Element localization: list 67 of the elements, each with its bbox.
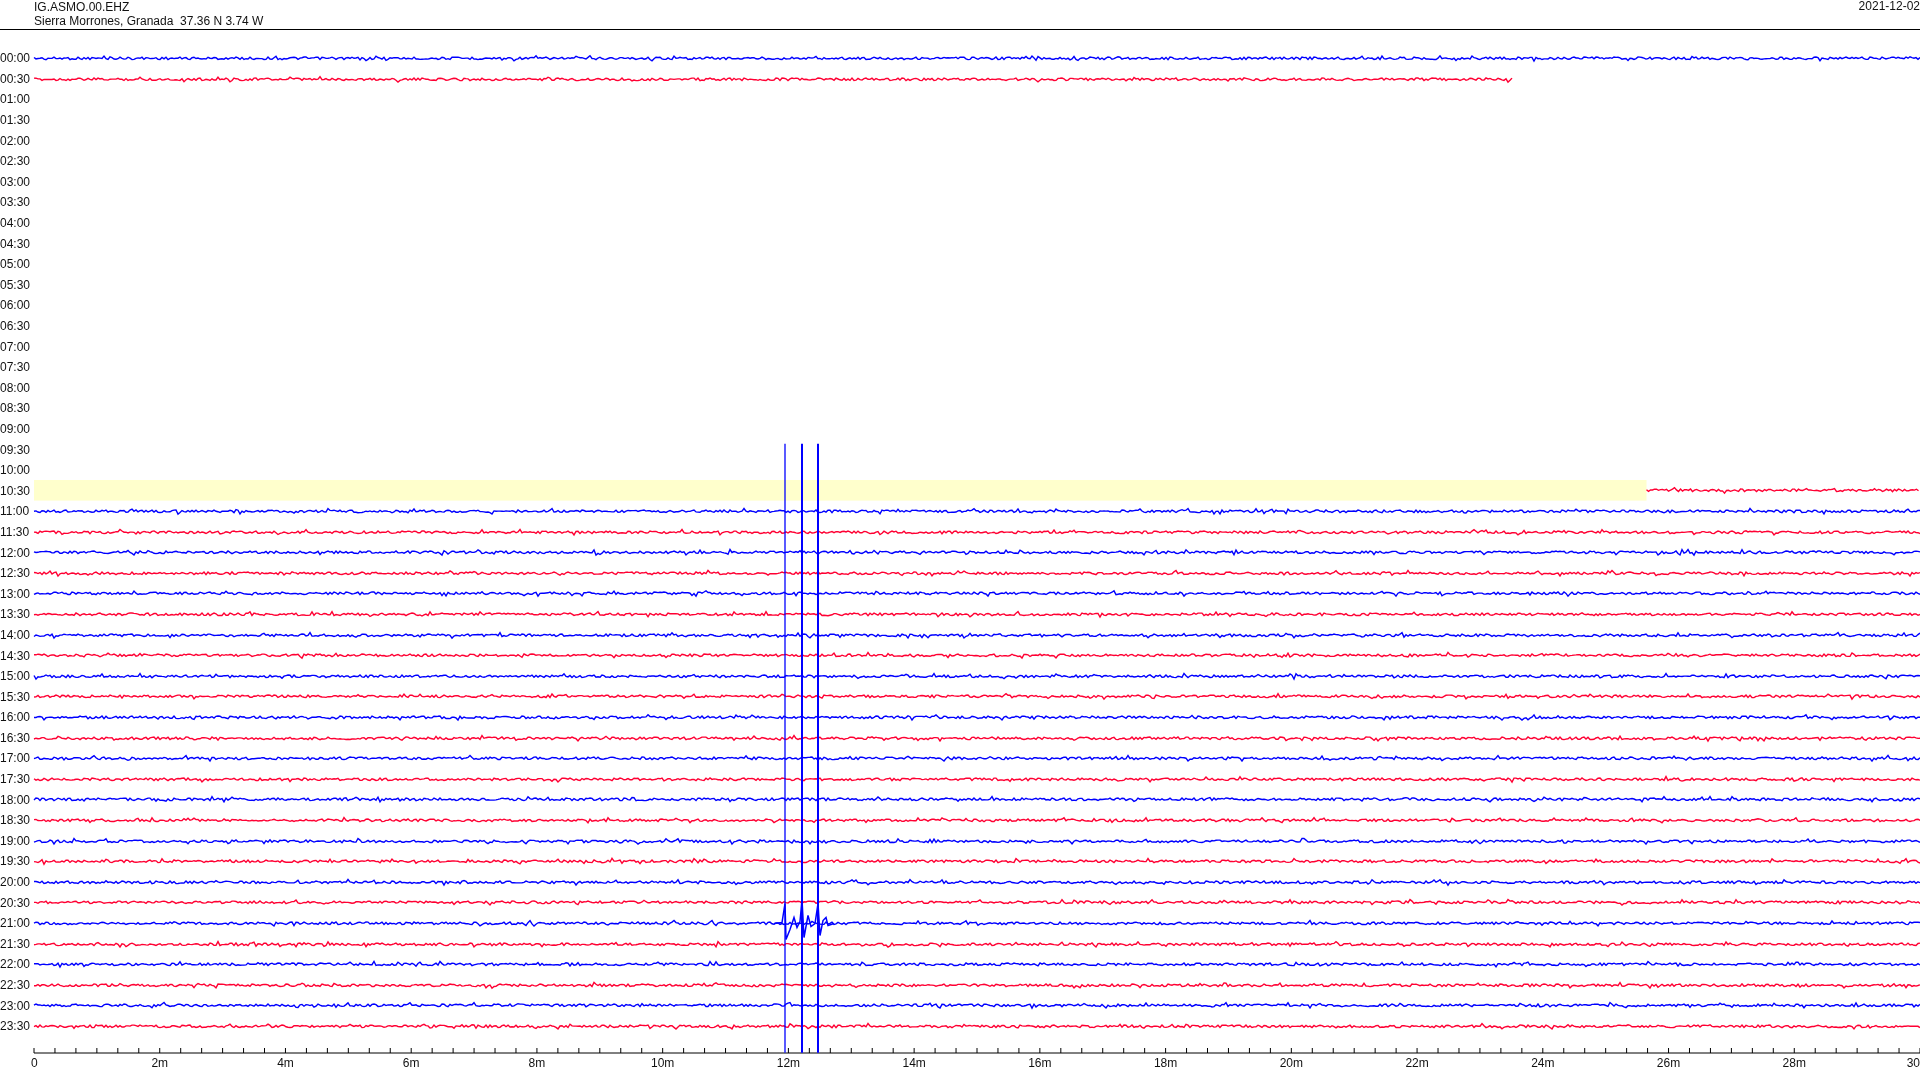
time-label: 19:00 [0, 834, 32, 847]
time-label: 18:00 [0, 793, 32, 806]
time-label: 16:00 [0, 711, 32, 724]
axis-label: 24m [1531, 1055, 1555, 1070]
time-label: 09:00 [0, 423, 32, 435]
time-label: 05:30 [0, 278, 32, 291]
time-label: 23:00 [0, 999, 32, 1012]
time-label: 11:30 [0, 525, 31, 538]
axis-label: 6m [402, 1055, 420, 1070]
time-label: 04:30 [0, 237, 32, 250]
time-label: 23:30 [0, 1020, 32, 1033]
time-label: 02:30 [0, 155, 32, 168]
axis-label: 18m [1153, 1055, 1178, 1070]
time-label: 14:00 [0, 628, 32, 641]
time-label: 18:30 [0, 814, 32, 827]
axis-label: 16m [1028, 1055, 1052, 1070]
time-label: 17:00 [0, 752, 32, 765]
time-label: 07:30 [0, 361, 32, 374]
axis-label: 20m [1279, 1055, 1303, 1070]
axis-label: 2m [151, 1055, 169, 1070]
time-label: 13:30 [0, 608, 32, 621]
time-label: 15:30 [0, 690, 32, 703]
axis-label: 28m [1782, 1055, 1806, 1070]
time-label: 20:30 [0, 896, 32, 909]
time-label: 05:00 [0, 258, 32, 271]
axis-label: 26m [1656, 1055, 1681, 1070]
time-label: 08:00 [0, 381, 32, 394]
channel-title: IG.ASMO.00.EHZ [34, 0, 131, 14]
time-label: 21:30 [0, 937, 32, 950]
time-label: 15:00 [0, 670, 32, 683]
time-label: 13:00 [0, 587, 32, 600]
axis-label: 10m [651, 1055, 675, 1070]
time-label: 12:30 [0, 567, 32, 580]
date-label: 2021-12-02 [1858, 0, 1920, 15]
time-label: 10:30 [0, 484, 32, 497]
time-label: 17:30 [0, 773, 32, 786]
time-label: 00:00 [0, 52, 32, 65]
time-label: 22:00 [0, 958, 32, 971]
time-label: 14:30 [0, 649, 32, 662]
axis-label: 30 [1906, 1055, 1920, 1070]
time-label: 21:00 [0, 917, 32, 930]
time-label: 22:30 [0, 979, 32, 991]
time-label: 02:00 [0, 134, 32, 147]
time-label: 04:00 [0, 217, 32, 230]
time-label: 11:00 [0, 505, 31, 518]
time-label: 01:30 [0, 114, 32, 127]
axis-label: 0 [31, 1055, 38, 1070]
axis-label: 14m [902, 1055, 926, 1070]
time-label: 07:00 [0, 340, 32, 353]
time-label: 12:00 [0, 546, 32, 559]
time-label: 09:30 [0, 443, 32, 456]
axis-label: 22m [1405, 1055, 1429, 1070]
time-label: 19:30 [0, 855, 32, 868]
time-label: 01:00 [0, 93, 32, 106]
time-label: 06:00 [0, 299, 32, 312]
time-label: 03:00 [0, 175, 32, 188]
time-label: 10:00 [0, 464, 32, 477]
time-label: 03:30 [0, 196, 32, 209]
station-info: Sierra Morrones, Granada 37.36 N 3.74 W [34, 14, 264, 28]
time-label: 08:30 [0, 402, 32, 415]
time-label: 06:30 [0, 320, 32, 332]
axis-label: 4m [277, 1055, 294, 1070]
time-label: 00:30 [0, 72, 32, 85]
time-label: 20:00 [0, 876, 32, 889]
time-label: 16:30 [0, 731, 32, 744]
axis-label: 8m [528, 1055, 546, 1070]
axis-label: 12m [776, 1055, 801, 1070]
